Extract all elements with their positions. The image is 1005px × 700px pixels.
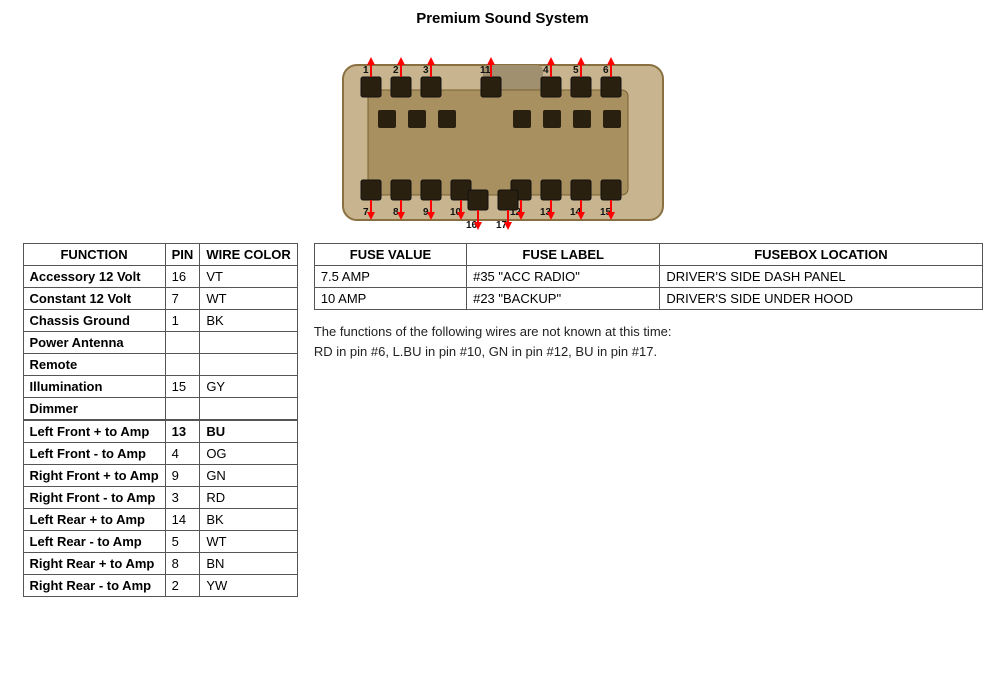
color-cell: GN: [200, 465, 298, 487]
pin-function-table: FUNCTION PIN WIRE COLOR Accessory 12 Vol…: [23, 243, 298, 597]
color-cell: BN: [200, 553, 298, 575]
pin-cell: 1: [165, 310, 200, 332]
pin-cell: 5: [165, 531, 200, 553]
svg-text:3: 3: [423, 65, 429, 76]
function-cell: Dimmer: [23, 398, 165, 421]
note-line: The functions of the following wires are…: [314, 322, 854, 342]
pin-cell: 8: [165, 553, 200, 575]
page: Premium Sound System 1 2 3: [0, 0, 1005, 700]
function-cell: Constant 12 Volt: [23, 288, 165, 310]
pin-cell: [165, 398, 200, 421]
function-cell: Right Front + to Amp: [23, 465, 165, 487]
page-title: Premium Sound System: [416, 10, 589, 27]
pin-cell: 3: [165, 487, 200, 509]
pin-cell: 7: [165, 288, 200, 310]
svg-text:2: 2: [393, 65, 399, 76]
note-line: RD in pin #6, L.BU in pin #10, GN in pin…: [314, 342, 854, 362]
svg-text:1: 1: [363, 65, 369, 76]
col-color: WIRE COLOR: [200, 244, 298, 266]
function-cell: Right Front - to Amp: [23, 487, 165, 509]
col-fusebox: FUSEBOX LOCATION: [660, 244, 982, 266]
pin-cell: 16: [165, 266, 200, 288]
fusebox-cell: DRIVER'S SIDE UNDER HOOD: [660, 288, 982, 310]
svg-text:4: 4: [543, 65, 549, 76]
color-cell: GY: [200, 376, 298, 398]
col-function: FUNCTION: [23, 244, 165, 266]
function-cell: Power Antenna: [23, 332, 165, 354]
fuse-value-cell: 10 AMP: [314, 288, 466, 310]
col-pin: PIN: [165, 244, 200, 266]
pin-cell: 15: [165, 376, 200, 398]
pin-cell: [165, 332, 200, 354]
fuse-table: FUSE VALUE FUSE LABEL FUSEBOX LOCATION 7…: [314, 243, 983, 310]
svg-text:5: 5: [573, 65, 579, 76]
pin-cell: 2: [165, 575, 200, 597]
function-cell: Right Rear - to Amp: [23, 575, 165, 597]
color-cell: WT: [200, 531, 298, 553]
pin-cell: [165, 354, 200, 376]
color-cell: VT: [200, 266, 298, 288]
col-fuse-value: FUSE VALUE: [314, 244, 466, 266]
color-cell: WT: [200, 288, 298, 310]
function-cell: Chassis Ground: [23, 310, 165, 332]
function-cell: Left Front + to Amp: [23, 420, 165, 443]
connector-diagram: 1 2 3 11 4 5: [313, 35, 693, 235]
color-cell: YW: [200, 575, 298, 597]
col-fuse-label: FUSE LABEL: [467, 244, 660, 266]
function-cell: Accessory 12 Volt: [23, 266, 165, 288]
fuse-value-cell: 7.5 AMP: [314, 266, 466, 288]
function-cell: Left Rear - to Amp: [23, 531, 165, 553]
fusebox-cell: DRIVER'S SIDE DASH PANEL: [660, 266, 982, 288]
pin-cell: 9: [165, 465, 200, 487]
function-cell: Illumination: [23, 376, 165, 398]
function-cell: Left Rear + to Amp: [23, 509, 165, 531]
function-cell: Left Front - to Amp: [23, 443, 165, 465]
note-text: The functions of the following wires are…: [314, 322, 854, 361]
color-cell: RD: [200, 487, 298, 509]
function-cell: Remote: [23, 354, 165, 376]
color-cell: [200, 332, 298, 354]
color-cell: [200, 398, 298, 421]
color-cell: BK: [200, 509, 298, 531]
left-table-section: FUNCTION PIN WIRE COLOR Accessory 12 Vol…: [23, 243, 298, 597]
pin-cell: 4: [165, 443, 200, 465]
function-cell: Right Rear + to Amp: [23, 553, 165, 575]
svg-text:11: 11: [480, 65, 491, 76]
pin-cell: 14: [165, 509, 200, 531]
color-cell: OG: [200, 443, 298, 465]
pin-cell: 13: [165, 420, 200, 443]
color-cell: BK: [200, 310, 298, 332]
tables-section: FUNCTION PIN WIRE COLOR Accessory 12 Vol…: [23, 243, 983, 597]
right-section: FUSE VALUE FUSE LABEL FUSEBOX LOCATION 7…: [314, 243, 983, 597]
color-cell: BU: [200, 420, 298, 443]
fuse-label-cell: #35 "ACC RADIO": [467, 266, 660, 288]
svg-text:6: 6: [603, 65, 609, 76]
connector-svg: 1 2 3 11 4 5: [313, 35, 693, 235]
color-cell: [200, 354, 298, 376]
fuse-label-cell: #23 "BACKUP": [467, 288, 660, 310]
